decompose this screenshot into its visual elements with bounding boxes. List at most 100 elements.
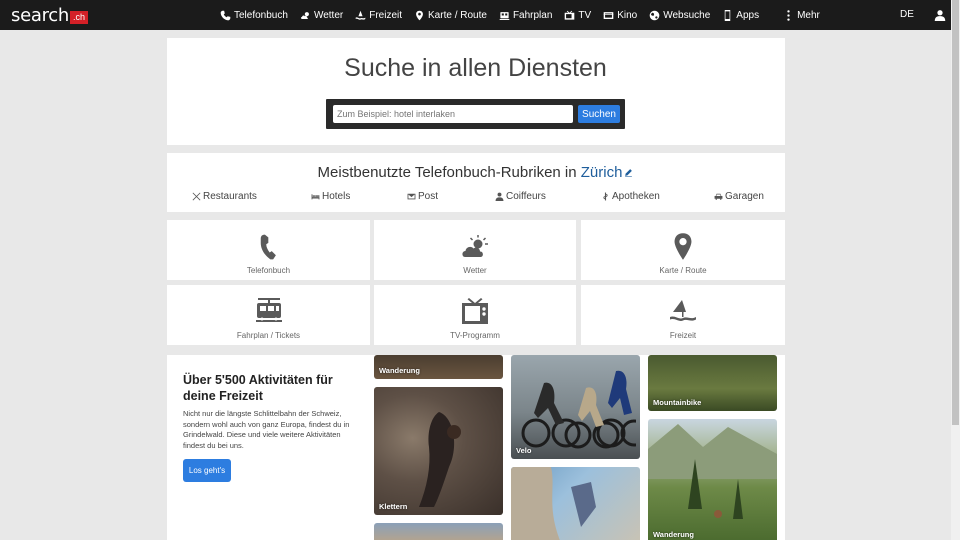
rubrik-label: Coiffeurs — [506, 191, 546, 202]
tile-label: TV-Programm — [450, 331, 500, 340]
rubrik-label: Garagen — [725, 191, 764, 202]
nav-freizeit[interactable]: Freizeit — [355, 10, 402, 21]
photo-label: Wanderung — [379, 366, 420, 375]
rubrik-restaurants[interactable]: Restaurants — [192, 191, 257, 202]
edit-pencil-icon[interactable] — [624, 168, 633, 177]
tile-fahrplan-tickets[interactable]: Fahrplan / Tickets — [167, 285, 370, 345]
map-pin-icon — [674, 233, 692, 260]
nav-wetter[interactable]: Wetter — [300, 10, 343, 21]
activity-photo-mountains[interactable] — [374, 523, 503, 540]
scrollbar-thumb[interactable] — [952, 0, 959, 425]
search-form: Suchen — [326, 99, 625, 129]
tile-karte-route[interactable]: Karte / Route — [581, 220, 785, 280]
rubrik-garagen[interactable]: Garagen — [714, 191, 764, 202]
photo-label: Mountainbike — [653, 398, 702, 407]
rubrik-label: Apotheken — [612, 191, 660, 202]
nav-kino[interactable]: Kino — [603, 10, 637, 21]
weather-icon — [462, 235, 488, 257]
user-icon — [934, 10, 946, 21]
search-ch-logo[interactable]: search .ch — [11, 4, 89, 26]
page-scrollbar[interactable] — [951, 0, 960, 540]
weather-icon — [300, 11, 309, 19]
tile-freizeit[interactable]: Freizeit — [581, 285, 785, 345]
activity-photo-wanderung-alpine[interactable]: Wanderung — [648, 419, 777, 540]
activity-photo-mountainbike[interactable]: Mountainbike — [648, 355, 777, 411]
nav-tv[interactable]: TV — [564, 10, 591, 21]
rubrik-hotels[interactable]: Hotels — [311, 191, 350, 202]
rubrik-coiffeurs[interactable]: Coiffeurs — [495, 191, 546, 202]
top-navigation-bar: search .ch Telefonbuch Wetter Freizeit K… — [0, 0, 951, 30]
nav-label: Karte / Route — [428, 9, 487, 21]
activity-photo-velo[interactable]: Velo — [511, 355, 640, 459]
nav-label: Apps — [736, 9, 760, 21]
search-input[interactable] — [333, 105, 573, 123]
photo-label: Velo — [516, 446, 532, 455]
train-icon — [499, 11, 510, 20]
leisure-icon — [355, 10, 366, 20]
tile-label: Telefonbuch — [246, 266, 291, 275]
rubrik-label: Restaurants — [203, 191, 257, 202]
tile-label: Wetter — [463, 266, 487, 275]
rubriken-card — [167, 153, 785, 212]
globe-icon — [649, 10, 660, 20]
rubrik-apotheken[interactable]: Apotheken — [601, 191, 660, 202]
language-switch[interactable]: DE — [900, 9, 914, 20]
climber-illustration — [419, 412, 461, 507]
tile-wetter[interactable]: Wetter — [374, 220, 576, 280]
nav-label: Mehr — [797, 9, 820, 21]
nav-apps[interactable]: Apps — [722, 9, 760, 21]
nav-karte-route[interactable]: Karte / Route — [414, 10, 487, 21]
nav-label: Telefonbuch — [234, 9, 288, 21]
tile-tv-programm[interactable]: TV-Programm — [374, 285, 576, 345]
page-title: Suche in allen Diensten — [344, 54, 607, 82]
person-icon — [495, 192, 504, 201]
cinema-icon — [603, 11, 614, 19]
phone-icon — [260, 234, 276, 260]
nav-label: Freizeit — [369, 9, 403, 21]
alpine-illustration — [648, 424, 777, 519]
nav-websuche[interactable]: Websuche — [649, 10, 710, 21]
map-pin-icon — [416, 10, 423, 20]
rubrik-post[interactable]: Post — [407, 191, 438, 202]
cutlery-icon — [192, 192, 201, 201]
car-icon — [714, 193, 723, 200]
los-gehts-button[interactable]: Los geht's — [183, 459, 231, 482]
leisure-icon — [670, 300, 696, 321]
activity-photo-wanderung[interactable]: Wanderung — [374, 355, 503, 379]
logo-badge: .ch — [70, 11, 89, 24]
activity-photo-klettern[interactable]: Klettern — [374, 387, 503, 515]
nav-label: Kino — [617, 9, 638, 21]
nav-label: Wetter — [313, 9, 344, 21]
nav-mehr[interactable]: Mehr — [783, 10, 820, 21]
rubrik-label: Hotels — [322, 191, 351, 202]
logo-wordmark: search — [11, 4, 69, 26]
envelope-icon — [407, 193, 416, 200]
tile-telefonbuch[interactable]: Telefonbuch — [167, 220, 370, 280]
nav-fahrplan[interactable]: Fahrplan — [499, 10, 552, 21]
activities-description: Nicht nur die längste Schlittelbahn der … — [183, 409, 350, 450]
rubriken-title-prefix: Meistbenutzte Telefonbuch-Rubriken in — [317, 164, 577, 181]
pharmacy-icon — [603, 192, 608, 201]
tile-label: Freizeit — [669, 331, 697, 340]
activities-title: Über 5'500 Aktivitäten für deine Freizei… — [183, 373, 333, 403]
rubriken-title: Meistbenutzte Telefonbuch-Rubriken in Zü… — [0, 164, 951, 181]
photo-label: Klettern — [379, 502, 408, 511]
tv-icon — [565, 10, 575, 20]
tv-icon — [462, 298, 488, 324]
rubrik-label: Post — [418, 191, 439, 202]
tile-label: Fahrplan / Tickets — [236, 331, 301, 340]
phone-device-icon — [725, 9, 731, 21]
nav-telefonbuch[interactable]: Telefonbuch — [220, 10, 288, 21]
activity-photo-climbing-wall[interactable] — [511, 467, 640, 540]
more-dots-icon — [787, 9, 790, 21]
cyclists-illustration — [521, 370, 636, 449]
user-account-button[interactable] — [934, 8, 946, 21]
phone-icon — [220, 10, 231, 20]
tile-label: Karte / Route — [659, 266, 707, 275]
bed-icon — [311, 194, 320, 200]
nav-label: Fahrplan — [512, 9, 553, 21]
city-link[interactable]: Zürich — [581, 164, 623, 181]
photo-label: Wanderung — [653, 530, 694, 539]
nav-label: TV — [578, 9, 592, 21]
search-button[interactable]: Suchen — [578, 105, 620, 123]
